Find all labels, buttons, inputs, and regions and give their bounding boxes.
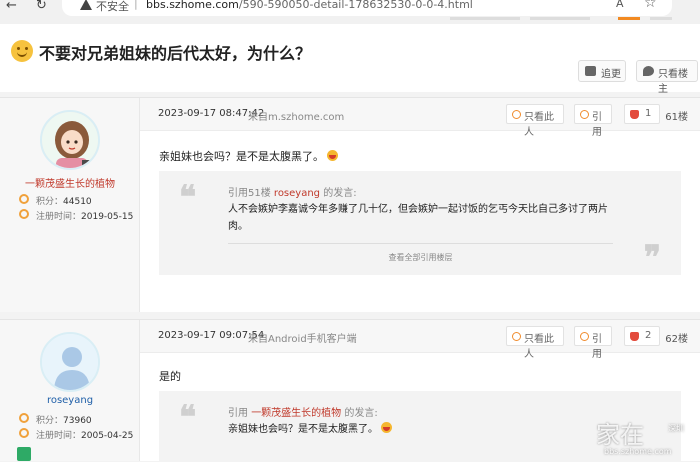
quote-text: 人不会嫉妒李嘉诚今年多赚了几十亿，但会嫉妒一起讨饭的乞丐今天比自己多讨了两片肉。 [228,204,608,232]
warning-icon [80,0,92,10]
like-button[interactable]: 1 [624,104,660,124]
security-label: 不安全 [96,0,129,13]
author-panel: roseyang 积分：73960 注册时间：2005-04-25 [0,320,140,461]
thumbs-up-icon [630,332,639,341]
username[interactable]: 一颗茂盛生长的植物 [0,175,140,190]
person-icon [512,110,521,119]
username[interactable]: roseyang [0,395,140,406]
quote-text: 亲姐妹也会吗？是不是太腹黑了。 [228,421,618,438]
laughing-emoji-icon [327,150,338,161]
coins-icon [19,194,29,204]
app-badge-icon [17,447,31,461]
smile-icon [11,40,33,62]
post-content: 是的 [159,370,181,383]
post-source: 来自m.szhome.com [248,112,345,123]
site-nav-strip [450,17,700,21]
quote-header: 引用51楼 roseyang 的发言: [228,188,357,199]
floor-number: 62楼 [665,334,688,345]
quote-icon [580,332,589,341]
thumbs-up-icon [630,110,639,119]
clock-icon [19,428,29,438]
like-button[interactable]: 2 [624,326,660,346]
owner-only-button[interactable]: 只看楼主 [636,60,698,95]
open-quote-icon: ❝ [179,178,197,216]
post-source: 来自Android手机客户端 [248,334,357,345]
url-separator: | [134,0,138,10]
site-watermark: 家在 深圳 bbs.szhome.com [596,415,696,459]
quote-icon [580,110,589,119]
points: 积分：44510 [36,197,92,207]
quote-block: ❝ 引用51楼 roseyang 的发言: 人不会嫉妒李嘉诚今年多赚了几十亿，但… [159,171,681,275]
post-62: roseyang 积分：73960 注册时间：2005-04-25 2023-0… [0,319,700,462]
clock-icon [19,209,29,219]
read-aloud-icon[interactable]: A [616,0,624,10]
post-61: 一颗茂盛生长的植物 积分：44510 注册时间：2019-05-15 2023-… [0,97,700,312]
quote-button[interactable]: 引用 [574,326,612,360]
chat-icon [585,66,596,76]
url-text: bbs.szhome.com/590-590050-detail-1786325… [146,0,473,11]
star-icon[interactable]: ☆ [644,0,657,11]
post-content: 亲姐妹也会吗？是不是太腹黑了。 [159,148,338,164]
quote-divider [228,243,613,244]
watermark-url: bbs.szhome.com [604,447,672,456]
follow-button[interactable]: 追更 [578,60,626,82]
watermark-city: 深圳 [668,424,684,433]
floor-number: 61楼 [665,112,688,123]
coins-icon [19,413,29,423]
laughing-emoji-icon [381,422,392,433]
person-icon [512,332,521,341]
address-bar[interactable]: 不安全 | bbs.szhome.com/590-590050-detail-1… [62,0,672,16]
avatar[interactable] [40,332,100,392]
post-meta-bar: 2023-09-17 09:07:54 来自Android手机客户端 只看此人 … [140,320,700,360]
person-icon [643,66,654,76]
view-all-quotes-link[interactable]: 查看全部引用楼层 [228,252,613,263]
quote-header: 引用 一颗茂盛生长的植物 的发言: [228,408,378,419]
only-this-user-button[interactable]: 只看此人 [506,326,564,360]
thread-header: 不要对兄弟姐妹的后代太好，为什么？ 追更 只看楼主 [0,24,700,95]
default-avatar-icon [42,334,98,390]
avatar-girl-icon [42,112,98,168]
register-date: 注册时间：2005-04-25 [36,431,134,441]
points: 积分：73960 [36,416,92,426]
post-meta-bar: 2023-09-17 08:47:42 来自m.szhome.com 只看此人 … [140,98,700,138]
register-date: 注册时间：2019-05-15 [36,212,134,222]
open-quote-icon: ❝ [179,398,197,436]
quote-button[interactable]: 引用 [574,104,612,138]
back-icon[interactable]: ← [6,0,20,14]
only-this-user-button[interactable]: 只看此人 [506,104,564,138]
close-quote-icon: ❞ [643,238,661,276]
reload-icon[interactable]: ↻ [36,0,47,13]
page-title: 不要对兄弟姐妹的后代太好，为什么？ [39,44,312,63]
author-panel: 一颗茂盛生长的植物 积分：44510 注册时间：2019-05-15 [0,98,140,312]
watermark-logo: 家在 [596,421,644,449]
avatar[interactable] [40,110,100,170]
